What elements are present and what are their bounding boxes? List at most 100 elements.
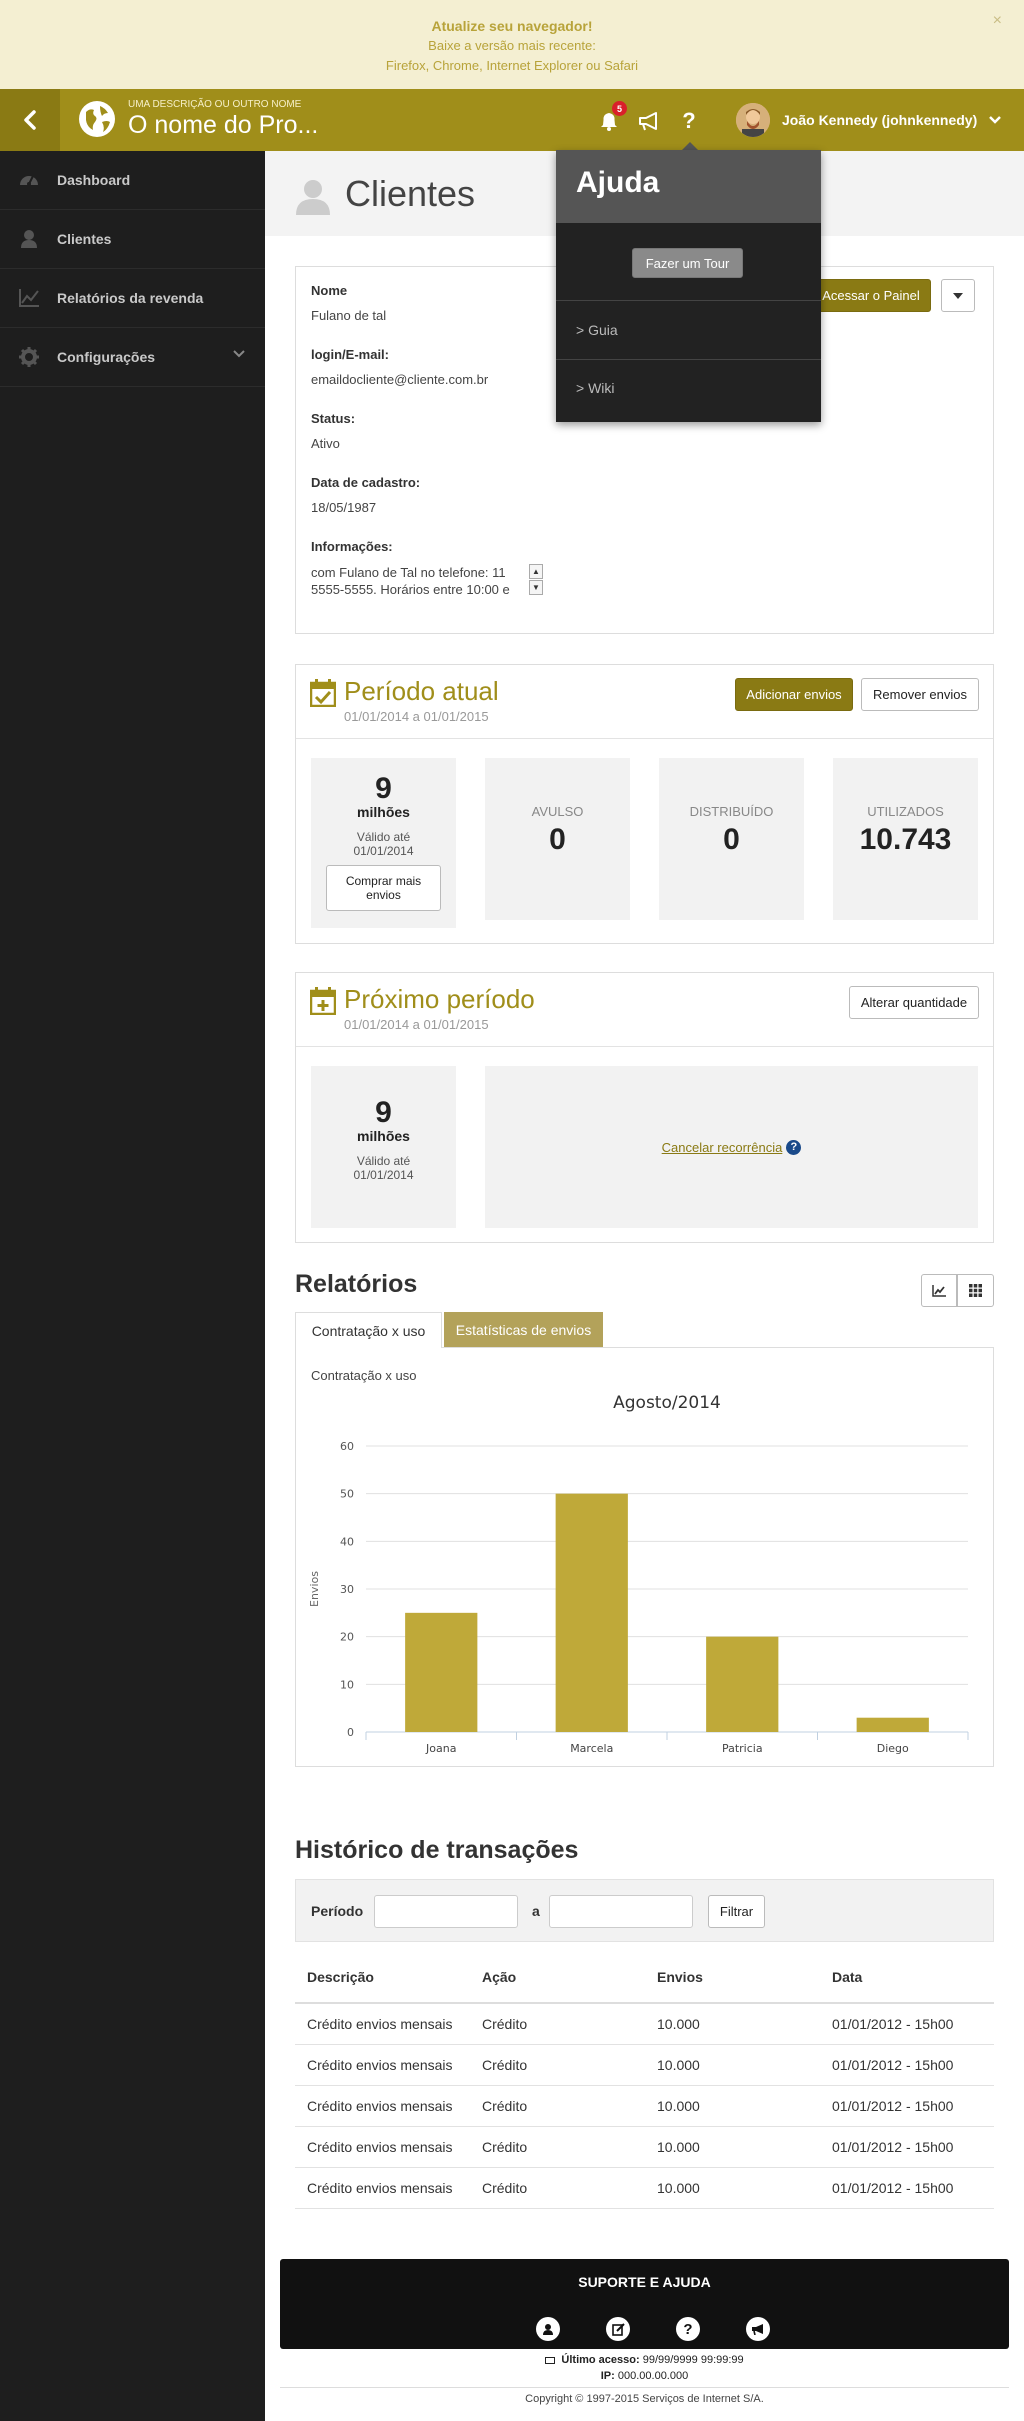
browser-update-alert: Atualize seu navegador! Baixe a versão m… [0, 0, 1024, 89]
chevron-down-icon [233, 350, 245, 358]
period-end-input[interactable] [549, 1895, 693, 1928]
user-icon [296, 180, 330, 215]
history-title: Histórico de transações [295, 1836, 579, 1864]
ip-value: 000.00.00.000 [617, 2370, 689, 2382]
client-status: Ativo [311, 436, 340, 451]
distribuido-value: 0 [723, 823, 740, 856]
avulso-value: 0 [549, 823, 566, 856]
account-button[interactable] [536, 2317, 560, 2341]
notification-badge: 5 [612, 101, 627, 116]
chart-icon [18, 287, 40, 309]
last-access-label: Último acesso: [561, 2354, 640, 2366]
client-date: 18/05/1987 [311, 500, 377, 515]
top-navbar: UMA DESCRIÇÃO OU OUTRO NOME O nome do Pr… [0, 89, 1024, 151]
textarea-scroll-up[interactable]: ▲ [529, 564, 543, 579]
current-period-title: Período atual [344, 676, 499, 706]
table-cell: 01/01/2012 - 15h00 [820, 2126, 994, 2168]
current-total-unit: milhões [357, 804, 410, 820]
guide-link[interactable]: > Guia [576, 322, 618, 338]
brand[interactable]: UMA DESCRIÇÃO OU OUTRO NOME O nome do Pr… [78, 99, 318, 139]
info-icon[interactable]: ? [786, 1139, 802, 1155]
tour-button[interactable]: Fazer um Tour [632, 248, 743, 278]
table-cell: 01/01/2012 - 15h00 [820, 2044, 994, 2086]
tab-estatisticas[interactable]: Estatísticas de envios [444, 1312, 603, 1347]
utilizados-box: UTILIZADOS 10.743 [833, 758, 978, 920]
cancel-recurrence-link[interactable]: Cancelar recorrência [662, 1140, 783, 1155]
alert-close-icon[interactable]: × [993, 12, 1002, 30]
announcements-button[interactable] [635, 107, 663, 135]
chart-view-button[interactable] [921, 1274, 957, 1307]
page-title: Clientes [345, 173, 476, 214]
help-button[interactable]: ? [675, 107, 703, 135]
alert-line-1: Baixe a versão mais recente: [428, 38, 596, 53]
alert-line-2: Firefox, Chrome, Internet Explorer ou Sa… [385, 58, 639, 73]
distribuido-box: DISTRIBUÍDO 0 [659, 758, 804, 920]
user-name: João Kennedy (johnkennedy) [782, 112, 978, 128]
question-icon: ? [682, 108, 696, 133]
sidebar-item-clientes[interactable]: Clientes [0, 210, 265, 269]
current-valid-until: Válido até 01/01/2014 [353, 830, 414, 858]
back-button[interactable] [0, 89, 60, 151]
gear-icon [18, 346, 40, 368]
wiki-link[interactable]: > Wiki [576, 380, 615, 396]
user-menu[interactable]: João Kennedy (johnkennedy) [720, 89, 1024, 151]
report-panel-title: Contratação x uso [311, 1368, 417, 1383]
table-row: Crédito envios mensais Crédito 10.000 01/01… [295, 2167, 994, 2209]
period-start-input[interactable] [374, 1895, 518, 1928]
buy-more-button[interactable]: Comprar mais envios [326, 865, 441, 911]
textarea-scroll-down[interactable]: ▼ [529, 580, 543, 595]
y-tick-label: 40 [340, 1535, 354, 1548]
sidebar-item-label: Dashboard [57, 172, 131, 188]
last-access-line: Último acesso: 99/99/9999 99:99:99 [265, 2354, 1024, 2366]
client-date-label: Data de cadastro: [311, 475, 421, 490]
table-cell: 10.000 [645, 2044, 820, 2086]
edit-button[interactable] [606, 2317, 630, 2341]
change-quantity-button[interactable]: Alterar quantidade [849, 986, 979, 1019]
help-popover: Ajuda Fazer um Tour > Guia > Wiki [556, 150, 821, 422]
add-sends-button[interactable]: Adicionar envios [735, 678, 853, 711]
avatar [736, 103, 770, 137]
monitor-icon [545, 2356, 556, 2364]
chevron-down-icon [989, 116, 1002, 124]
tab-contratacao[interactable]: Contratação x uso [295, 1312, 442, 1348]
table-row: Crédito envios mensais Crédito 10.000 01/01… [295, 2085, 994, 2127]
brand-subtitle: UMA DESCRIÇÃO OU OUTRO NOME [128, 99, 302, 110]
chevron-left-icon [24, 110, 36, 130]
sidebar-item-configuracoes[interactable]: Configurações [0, 328, 265, 387]
grid-view-button[interactable] [957, 1274, 994, 1307]
client-info-label: Informações: [311, 539, 393, 554]
notifications-button[interactable]: 5 [595, 101, 627, 135]
copyright: Copyright © 1997-2015 Serviços de Intern… [525, 2393, 764, 2405]
next-period-title: Próximo período [344, 984, 535, 1014]
table-cell: Crédito [470, 2126, 645, 2168]
panel-dropdown-button[interactable] [941, 279, 975, 312]
current-total-box: 9 milhões Válido até 01/01/2014 Comprar … [311, 758, 456, 928]
table-cell: 10.000 [645, 2003, 820, 2045]
edit-icon [611, 2322, 625, 2336]
recurrence-box: Cancelar recorrência ? [485, 1066, 978, 1228]
sidebar: Dashboard Clientes Relatórios da revenda… [0, 151, 265, 2421]
client-info-textarea[interactable]: com Fulano de Tal no telefone: 11 5555-5… [311, 564, 543, 598]
sidebar-item-relatorios[interactable]: Relatórios da revenda [0, 269, 265, 328]
megaphone-icon [639, 112, 657, 131]
filter-button[interactable]: Filtrar [708, 1895, 765, 1928]
remove-sends-button[interactable]: Remover envios [861, 678, 979, 711]
next-total-box: 9 milhões Válido até 01/01/2014 [311, 1066, 456, 1228]
grid-icon [969, 1284, 982, 1297]
y-tick-label: 30 [340, 1583, 354, 1596]
bar [706, 1636, 779, 1732]
transactions-table: Descrição Ação Envios Data Crédito envio… [295, 1951, 994, 2209]
access-panel-button[interactable]: Acessar o Painel [811, 279, 931, 312]
next-period-card: Próximo período 01/01/2014 a 01/01/2015 … [295, 972, 994, 1243]
alert-title: Atualize seu navegador! [431, 18, 593, 34]
next-period-range: 01/01/2014 a 01/01/2015 [344, 1017, 489, 1032]
column-header: Ação [470, 1951, 645, 2004]
next-valid-until: Válido até 01/01/2014 [353, 1154, 414, 1182]
sidebar-item-dashboard[interactable]: Dashboard [0, 151, 265, 210]
table-cell: Crédito envios mensais [295, 2126, 470, 2168]
caret-down-icon [953, 292, 963, 299]
help-footer-button[interactable]: ? [676, 2317, 700, 2341]
announce-footer-button[interactable] [746, 2317, 770, 2341]
utilizados-value: 10.743 [859, 823, 952, 856]
table-row: Crédito envios mensais Crédito 10.000 01/01… [295, 2126, 994, 2168]
